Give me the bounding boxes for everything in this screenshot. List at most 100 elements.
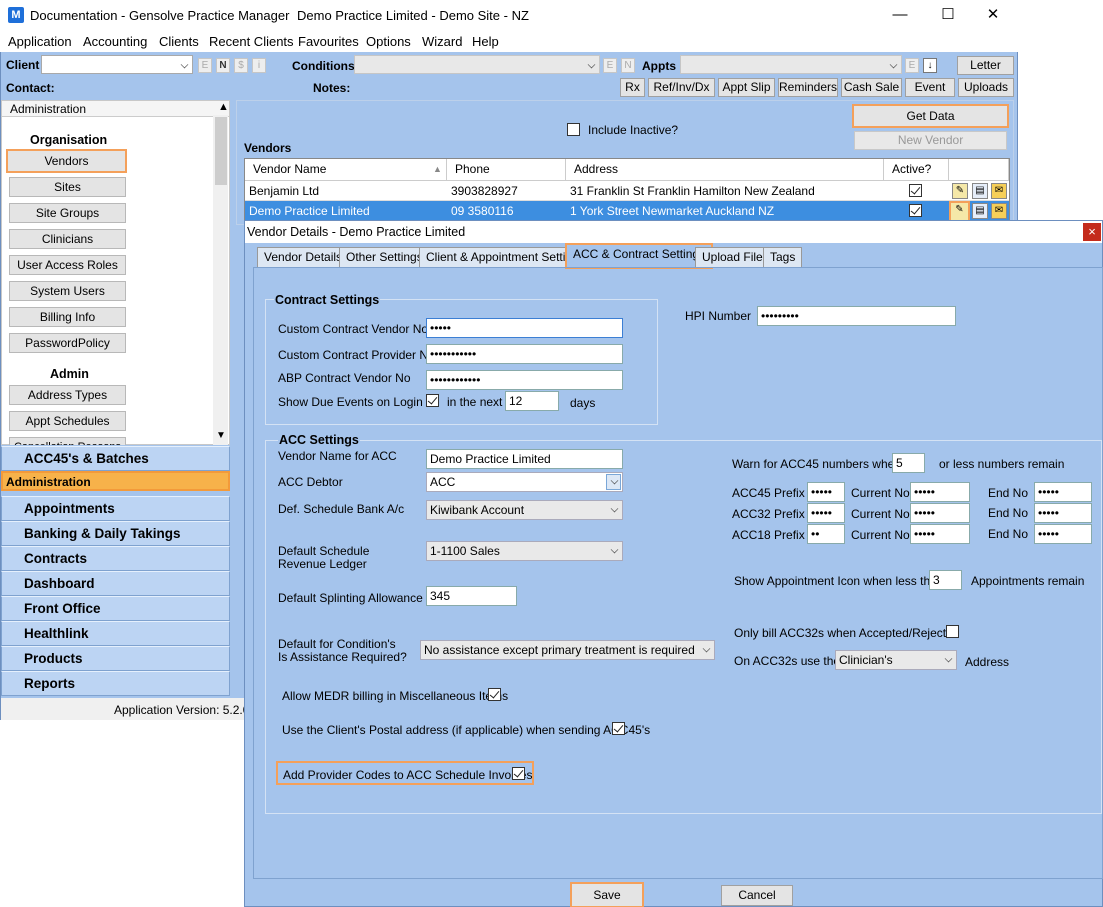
site-groups-button[interactable]: Site Groups xyxy=(9,203,126,223)
provider-codes-checkbox[interactable] xyxy=(512,767,525,780)
nav-banking-daily-takings[interactable]: Banking & Daily Takings xyxy=(1,521,230,546)
table-row[interactable]: Demo Practice Limited 09 3580116 1 York … xyxy=(245,201,1009,222)
acc45-current-input[interactable]: ••••• xyxy=(910,482,970,502)
ref-inv-dx-button[interactable]: Ref/Inv/Dx xyxy=(648,78,715,97)
save-button[interactable]: Save xyxy=(570,882,644,907)
client-info-button[interactable]: i xyxy=(252,58,266,73)
abp-input[interactable]: •••••••••••• xyxy=(426,370,623,390)
appt-icon-input[interactable]: 3 xyxy=(929,570,962,590)
bank-select[interactable]: Kiwibank Account xyxy=(426,500,623,520)
dialog-close-button[interactable]: × xyxy=(1083,223,1101,241)
acc32-prefix-input[interactable]: ••••• xyxy=(807,503,845,523)
col-active[interactable]: Active? xyxy=(884,159,949,181)
custom-provider-input[interactable]: ••••••••••• xyxy=(426,344,623,364)
address-types-button[interactable]: Address Types xyxy=(9,385,126,405)
client-n-button[interactable]: N xyxy=(216,58,230,73)
custom-vendor-input[interactable]: ••••• xyxy=(426,318,623,338)
client-combobox[interactable] xyxy=(41,55,193,74)
menu-options[interactable]: Options xyxy=(366,34,411,49)
tab-vendor-details[interactable]: Vendor Details xyxy=(257,247,350,267)
menu-accounting[interactable]: Accounting xyxy=(83,34,147,49)
document-icon[interactable]: ▤ xyxy=(972,203,988,219)
splint-input[interactable]: 345 xyxy=(426,586,517,606)
minimize-button[interactable]: — xyxy=(880,4,920,26)
get-data-button[interactable]: Get Data xyxy=(852,104,1009,128)
col-phone[interactable]: Phone xyxy=(447,159,566,181)
menu-clients[interactable]: Clients xyxy=(159,34,199,49)
on-acc32-select[interactable]: Clinician's xyxy=(835,650,957,670)
reminders-button[interactable]: Reminders xyxy=(778,78,838,97)
download-arrow-icon[interactable]: ↓ xyxy=(923,58,937,73)
menu-help[interactable]: Help xyxy=(472,34,499,49)
password-policy-button[interactable]: PasswordPolicy xyxy=(9,333,126,353)
cancellation-reasons-button[interactable]: Cancellation Reasons xyxy=(9,437,126,445)
medr-checkbox[interactable] xyxy=(488,688,501,701)
nav-dashboard[interactable]: Dashboard xyxy=(1,571,230,596)
rx-button[interactable]: Rx xyxy=(620,78,645,97)
conditions-e-button[interactable]: E xyxy=(603,58,617,73)
appts-combobox[interactable] xyxy=(680,55,902,74)
appt-schedules-button[interactable]: Appt Schedules xyxy=(9,411,126,431)
edit-pencil-icon[interactable]: ✎ xyxy=(949,201,970,222)
table-row[interactable]: Benjamin Ltd 3903828927 31 Franklin St F… xyxy=(245,181,1009,201)
acc32-end-input[interactable]: ••••• xyxy=(1034,503,1092,523)
appt-slip-button[interactable]: Appt Slip xyxy=(718,78,775,97)
menu-favourites[interactable]: Favourites xyxy=(298,34,359,49)
new-vendor-button[interactable]: New Vendor xyxy=(854,131,1007,150)
document-icon[interactable]: ▤ xyxy=(972,183,988,199)
col-vendor-name[interactable]: Vendor Name xyxy=(245,159,447,181)
close-button[interactable]: ✕ xyxy=(973,4,1013,26)
system-users-button[interactable]: System Users xyxy=(9,281,126,301)
condition-select[interactable]: No assistance except primary treatment i… xyxy=(420,640,715,660)
nav-products[interactable]: Products xyxy=(1,646,230,671)
nav-administration[interactable]: Administration xyxy=(1,471,230,491)
due-events-checkbox[interactable] xyxy=(426,394,439,407)
tab-acc-contract-settings[interactable]: ACC & Contract Settings xyxy=(564,243,714,269)
only-bill-checkbox[interactable] xyxy=(946,625,959,638)
maximize-button[interactable]: ☐ xyxy=(928,4,968,26)
acc32-current-input[interactable]: ••••• xyxy=(910,503,970,523)
chevron-down-icon[interactable]: ▼ xyxy=(216,430,226,441)
email-icon[interactable]: ✉ xyxy=(991,183,1007,199)
vendors-button[interactable]: Vendors xyxy=(6,149,127,173)
warn-input[interactable]: 5 xyxy=(892,453,925,473)
days-input[interactable]: 12 xyxy=(505,391,559,411)
menu-recent-clients[interactable]: Recent Clients xyxy=(209,34,294,49)
acc-debtor-select[interactable]: ACC xyxy=(426,472,623,492)
letter-button[interactable]: Letter xyxy=(957,56,1014,75)
include-inactive-checkbox[interactable] xyxy=(567,123,580,136)
email-icon[interactable]: ✉ xyxy=(991,203,1007,219)
tab-other-settings[interactable]: Other Settings xyxy=(339,247,430,267)
ledger-select[interactable]: 1-1100 Sales xyxy=(426,541,623,561)
acc18-prefix-input[interactable]: •• xyxy=(807,524,845,544)
clinicians-button[interactable]: Clinicians xyxy=(9,229,126,249)
billing-info-button[interactable]: Billing Info xyxy=(9,307,126,327)
nav-front-office[interactable]: Front Office xyxy=(1,596,230,621)
uploads-button[interactable]: Uploads xyxy=(958,78,1014,97)
postal-checkbox[interactable] xyxy=(612,722,625,735)
active-checkbox[interactable] xyxy=(909,184,922,197)
user-access-roles-button[interactable]: User Access Roles xyxy=(9,255,126,275)
active-checkbox[interactable] xyxy=(909,204,922,217)
acc45-end-input[interactable]: ••••• xyxy=(1034,482,1092,502)
conditions-combobox[interactable] xyxy=(354,55,600,74)
cash-sale-button[interactable]: Cash Sale xyxy=(841,78,902,97)
nav-healthlink[interactable]: Healthlink xyxy=(1,621,230,646)
nav-contracts[interactable]: Contracts xyxy=(1,546,230,571)
client-dollar-button[interactable]: $ xyxy=(234,58,248,73)
appts-e-button[interactable]: E xyxy=(905,58,919,73)
col-address[interactable]: Address xyxy=(566,159,884,181)
acc18-end-input[interactable]: ••••• xyxy=(1034,524,1092,544)
menu-wizard[interactable]: Wizard xyxy=(422,34,462,49)
sites-button[interactable]: Sites xyxy=(9,177,126,197)
chevron-up-icon[interactable]: ▲ xyxy=(218,101,229,113)
edit-pencil-icon[interactable]: ✎ xyxy=(952,183,968,199)
acc45-prefix-input[interactable]: ••••• xyxy=(807,482,845,502)
acc18-current-input[interactable]: ••••• xyxy=(910,524,970,544)
hpi-input[interactable]: ••••••••• xyxy=(757,306,956,326)
nav-appointments[interactable]: Appointments xyxy=(1,496,230,521)
conditions-n-button[interactable]: N xyxy=(621,58,635,73)
client-e-button[interactable]: E xyxy=(198,58,212,73)
nav-reports[interactable]: Reports xyxy=(1,671,230,696)
cancel-button[interactable]: Cancel xyxy=(721,885,793,906)
